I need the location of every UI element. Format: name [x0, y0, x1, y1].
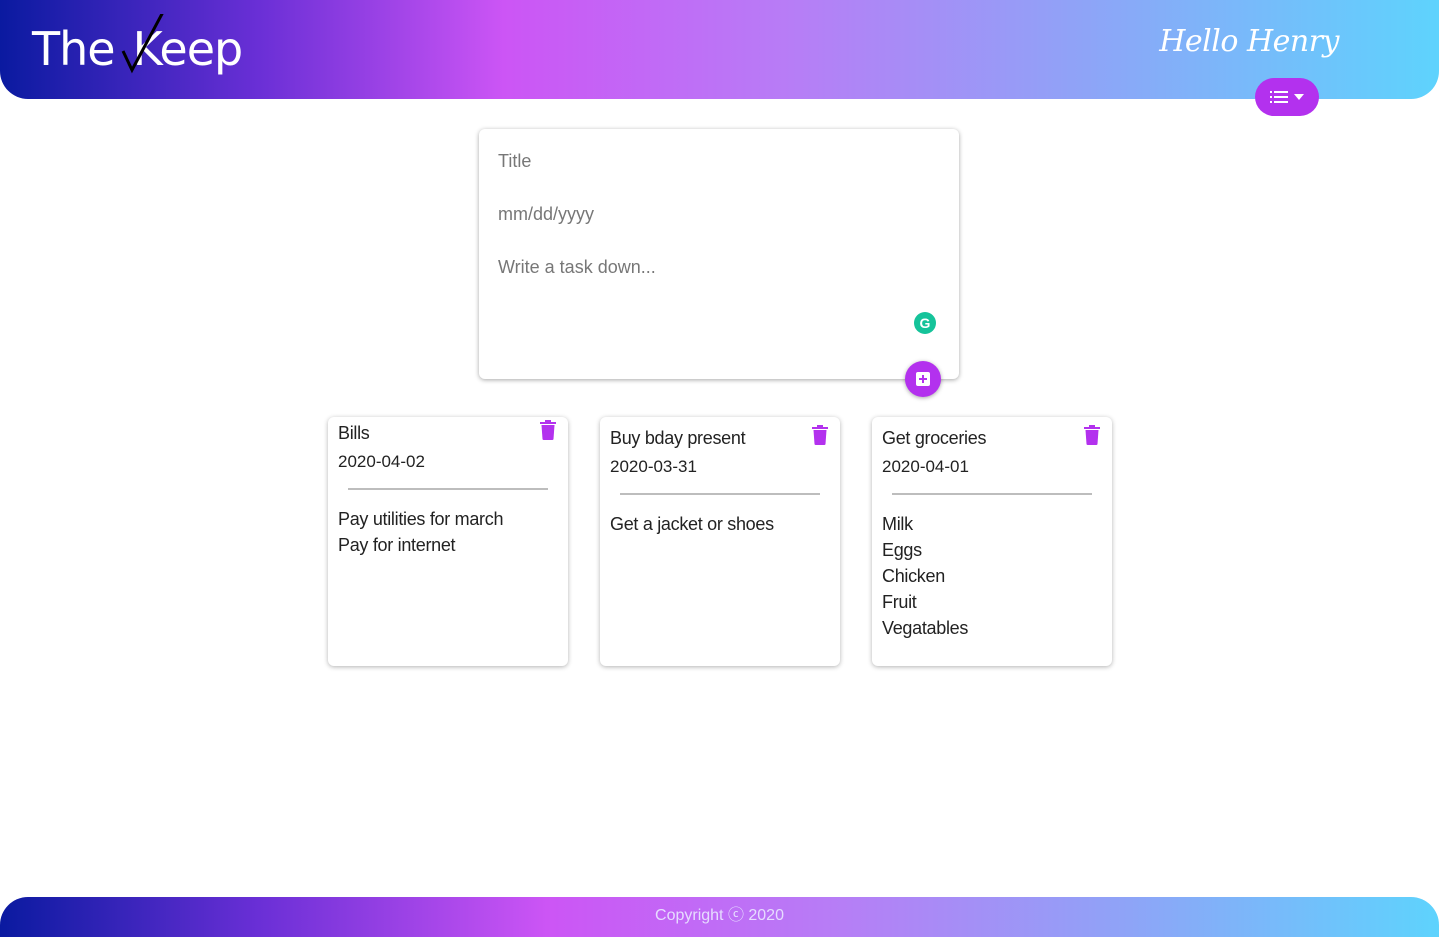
- copyright-text: Copyright ⓒ 2020: [655, 907, 784, 924]
- task-textarea[interactable]: [498, 257, 918, 337]
- trash-icon[interactable]: [1084, 425, 1100, 445]
- note-card: Buy bday present 2020-03-31 Get a jacket…: [600, 417, 840, 666]
- trash-icon[interactable]: [812, 425, 828, 445]
- note-line: Eggs: [882, 540, 922, 560]
- note-body: Get a jacket or shoes: [610, 511, 774, 537]
- note-line: Pay for internet: [338, 535, 456, 555]
- list-icon: [1270, 91, 1288, 103]
- note-body: Pay utilities for march Pay for internet: [338, 506, 503, 558]
- note-line: Pay utilities for march: [338, 509, 504, 529]
- note-line: Chicken: [882, 566, 945, 586]
- date-input[interactable]: [498, 204, 918, 225]
- note-card: Bills 2020-04-02 Pay utilities for march…: [328, 417, 568, 666]
- note-title: Bills: [338, 423, 370, 443]
- add-note-button[interactable]: [905, 361, 941, 397]
- logo-text-the: The: [32, 22, 116, 76]
- note-date: 2020-03-31: [610, 457, 697, 476]
- note-composer: [479, 129, 959, 379]
- trash-icon[interactable]: [540, 420, 556, 440]
- note-divider: [892, 493, 1092, 495]
- note-line: Fruit: [882, 592, 917, 612]
- note-card: Get groceries 2020-04-01 Milk Eggs Chick…: [872, 417, 1112, 666]
- grammarly-icon[interactable]: G: [914, 312, 936, 334]
- note-line: Get a jacket or shoes: [610, 514, 774, 534]
- note-title: Get groceries: [882, 428, 987, 448]
- note-line: Milk: [882, 514, 913, 534]
- logo-text-keep: Keep: [132, 22, 244, 76]
- note-body: Milk Eggs Chicken Fruit Vegatables: [882, 511, 968, 641]
- note-title: Buy bday present: [610, 428, 746, 448]
- app-header: The Keep Hello Henry: [0, 0, 1439, 99]
- app-logo[interactable]: The Keep: [32, 14, 252, 88]
- note-date: 2020-04-02: [338, 452, 425, 471]
- note-line: Vegatables: [882, 618, 969, 638]
- menu-dropdown-button[interactable]: [1255, 78, 1319, 116]
- note-divider: [348, 488, 548, 490]
- note-date: 2020-04-01: [882, 457, 969, 476]
- plus-square-icon: [916, 372, 930, 386]
- app-footer: Copyright ⓒ 2020: [0, 897, 1439, 937]
- note-divider: [620, 493, 820, 495]
- user-greeting: Hello Henry: [1159, 24, 1339, 59]
- title-input[interactable]: [498, 151, 918, 172]
- caret-down-icon: [1294, 94, 1304, 100]
